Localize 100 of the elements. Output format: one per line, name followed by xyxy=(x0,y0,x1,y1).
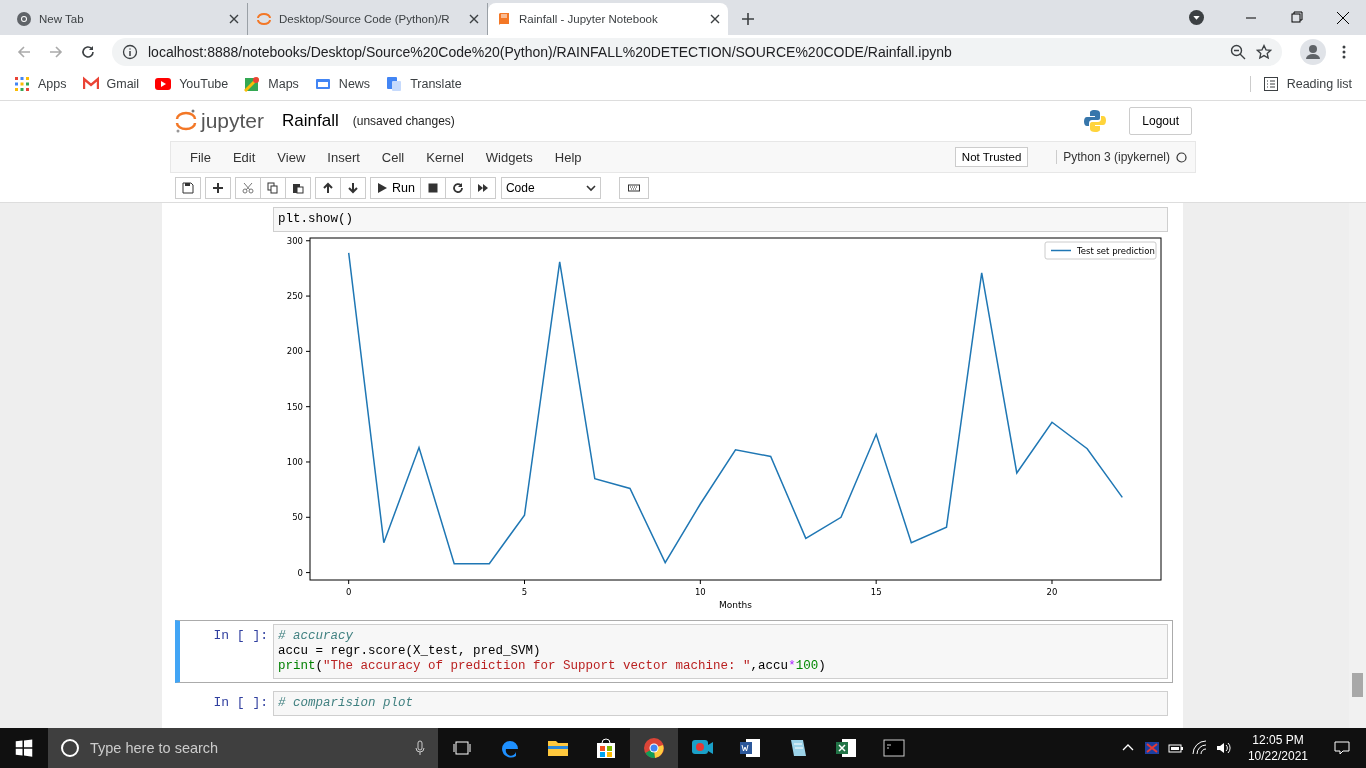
tick-label: 50 xyxy=(292,512,303,523)
tick-label: 300 xyxy=(286,235,303,246)
info-icon[interactable] xyxy=(122,43,138,60)
run-button[interactable]: Run xyxy=(370,177,421,199)
snake-logo-icon xyxy=(1083,109,1108,133)
menu-item[interactable]: Edit xyxy=(221,149,267,165)
plus-icon[interactable] xyxy=(740,11,756,27)
mail-icon xyxy=(82,76,99,92)
clock-date[interactable]: 10/22/2021 xyxy=(1247,748,1308,764)
scrollbar-thumb[interactable] xyxy=(1352,673,1363,697)
ring-icon xyxy=(175,108,197,134)
menu-item[interactable]: Kernel xyxy=(415,149,475,165)
menu-item[interactable]: Help xyxy=(543,149,593,165)
bookmark[interactable]: Apps xyxy=(14,76,67,92)
close-icon[interactable] xyxy=(469,14,479,24)
fast-forward-button[interactable] xyxy=(469,177,496,199)
notebook-title[interactable]: Rainfall xyxy=(282,111,339,131)
cell-prompt: In [ ]: xyxy=(212,627,269,645)
spreadsheet-icon[interactable] xyxy=(834,736,858,760)
code-cell[interactable]: plt.show() 0 5 10 15 20 0 50 100 150 200 250 300 Months Test set prediction xyxy=(175,203,1173,616)
news-icon xyxy=(314,76,331,92)
url-text: localhost:8888/notebooks/Desktop/Source%20Code%20(Python)/RAINFALL%20DETECTION/SOURCE%20CODE/Rainfall.ipynb xyxy=(148,43,953,60)
kernel-status-icon xyxy=(1176,151,1187,163)
code-cell[interactable]: In [ ]: # accuracy accu = regr.score(X_test, pred_SVM) print("The accuracy of prediction for Support vector machine: ",accu*100) xyxy=(175,620,1173,683)
keyboard-icon xyxy=(625,182,642,194)
reading-list-button[interactable]: Reading list xyxy=(1249,76,1352,92)
stop-button[interactable] xyxy=(419,177,446,199)
play-icon xyxy=(155,76,172,92)
reload-icon[interactable] xyxy=(80,43,96,60)
menu-item[interactable]: Widgets xyxy=(474,149,544,165)
tick-label: 10 xyxy=(694,587,706,597)
logout-button[interactable]: Logout xyxy=(1129,107,1192,135)
bookmark[interactable]: Maps xyxy=(244,76,299,92)
list-icon xyxy=(1262,76,1279,92)
browser-icon xyxy=(16,11,32,27)
code-line: accu = regr.score(X_test, pred_SVM) xyxy=(278,644,542,659)
terminal-icon[interactable] xyxy=(882,736,906,760)
circle-icon xyxy=(60,738,80,758)
save-icon xyxy=(182,182,194,194)
clock-time[interactable]: 12:05 PM xyxy=(1252,732,1304,748)
map-icon xyxy=(244,76,261,92)
move-up-button[interactable] xyxy=(315,177,341,199)
code-input[interactable]: # accuracy accu = regr.score(X_test, pred_SVM) print("The accuracy of prediction for Support vector machine: ",accu*100) xyxy=(273,624,1168,679)
menu-item[interactable]: Insert xyxy=(316,149,371,165)
code-cell[interactable]: In [ ]: # comparision plot xyxy=(175,687,1173,720)
bookmark[interactable]: Translate xyxy=(386,76,462,92)
add-cell-button[interactable] xyxy=(205,177,231,199)
plus-icon xyxy=(212,182,224,194)
windows-logo-icon[interactable] xyxy=(15,739,33,757)
translate-icon xyxy=(386,76,403,92)
close-icon[interactable] xyxy=(229,14,239,24)
browser-icon[interactable] xyxy=(642,736,666,760)
notification-icon[interactable] xyxy=(1334,740,1350,756)
tick-label: 200 xyxy=(286,346,303,357)
microphone-icon[interactable] xyxy=(414,740,426,756)
menu-item[interactable]: View xyxy=(266,149,317,165)
shopping-bag-icon[interactable] xyxy=(594,736,618,760)
bookmark[interactable]: YouTube xyxy=(155,76,229,92)
kernel-name[interactable]: Python 3 (ipykernel) xyxy=(1056,150,1170,164)
trust-button[interactable]: Not Trusted xyxy=(954,147,1029,167)
menu-item[interactable]: File xyxy=(179,149,222,165)
play-icon xyxy=(376,182,388,194)
wifi-icon[interactable] xyxy=(1191,740,1208,756)
document-icon[interactable] xyxy=(738,736,762,760)
browser-tab[interactable]: Rainfall - Jupyter Notebook xyxy=(488,3,728,35)
dropdown-icon[interactable] xyxy=(1189,10,1204,25)
address-bar[interactable]: localhost:8888/notebooks/Desktop/Source%20Code%20(Python)/RAINFALL%20DETECTION/SOURCE%20CODE/Rainfall.ipynb xyxy=(112,37,1282,66)
axis-label: Months xyxy=(719,600,752,610)
star-icon[interactable] xyxy=(1256,43,1272,60)
copy-icon xyxy=(267,182,279,194)
speaker-icon[interactable] xyxy=(1215,740,1232,756)
cell-prompt: In [ ]: xyxy=(212,694,269,712)
grid-icon xyxy=(14,76,30,92)
paste-button[interactable] xyxy=(285,177,311,199)
clipboard-icon xyxy=(292,182,304,194)
restart-button[interactable] xyxy=(444,177,471,199)
arrow-up-icon xyxy=(322,182,334,194)
menu-item[interactable]: Cell xyxy=(370,149,416,165)
avatar-icon[interactable] xyxy=(1300,38,1326,65)
tick-label: 20 xyxy=(1046,587,1058,597)
legend-line-icon xyxy=(1050,249,1072,252)
bookmark[interactable]: Gmail xyxy=(82,76,140,92)
chevron-down-icon xyxy=(585,184,596,192)
save-status: (unsaved changes) xyxy=(352,114,455,128)
code-input[interactable]: # comparision plot xyxy=(273,691,1168,716)
cell-type-select[interactable]: Code xyxy=(500,177,601,199)
keyboard-button[interactable] xyxy=(618,177,649,199)
flag-icon[interactable] xyxy=(1143,740,1160,756)
code-line: # comparision plot xyxy=(278,696,415,711)
zoom-out-icon[interactable] xyxy=(1230,43,1246,60)
logo-text: jupyter xyxy=(201,109,265,133)
ring-icon xyxy=(256,11,272,27)
search-field[interactable]: Type here to search xyxy=(48,728,438,768)
move-down-button[interactable] xyxy=(340,177,366,199)
save-button[interactable] xyxy=(175,177,201,199)
close-icon[interactable] xyxy=(710,14,720,24)
code-line: plt.show() xyxy=(278,212,354,227)
bookmark[interactable]: News xyxy=(314,76,371,92)
tick-label: 5 xyxy=(521,587,528,597)
code-input[interactable]: plt.show() xyxy=(273,207,1168,232)
